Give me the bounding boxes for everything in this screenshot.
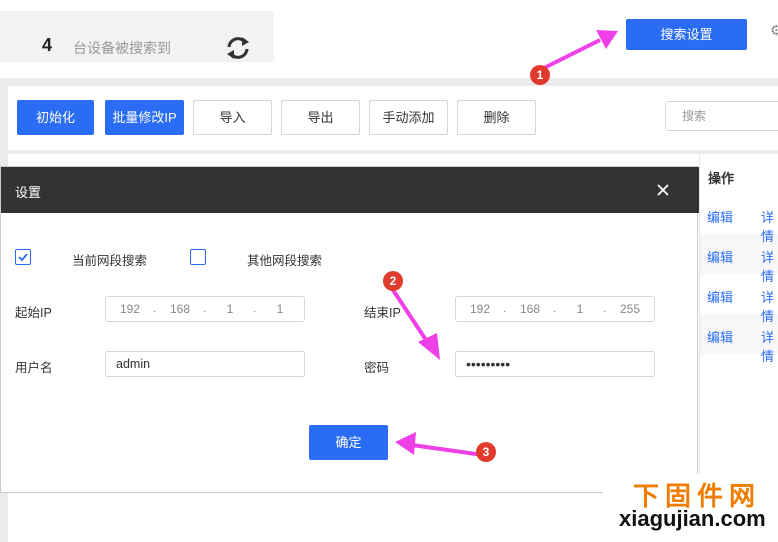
current-segment-label: 当前网段搜索: [72, 254, 148, 268]
partial-settings-icon[interactable]: ⚙: [770, 22, 778, 40]
detail-link[interactable]: 详情: [761, 207, 778, 245]
ip-dot: .: [153, 301, 157, 315]
close-icon[interactable]: [657, 184, 669, 196]
search-settings-button[interactable]: 搜索设置: [626, 19, 747, 50]
end-ip-label: 结束IP: [364, 306, 401, 320]
annotation-badge-1: 1: [530, 65, 550, 85]
edit-link[interactable]: 编辑: [707, 247, 733, 266]
ip-segment[interactable]: 168: [515, 302, 545, 316]
ip-dot: .: [503, 301, 507, 315]
search-input[interactable]: 搜索: [665, 101, 778, 131]
settings-dialog: 设置 当前网段搜索 其他网段搜索 起始IP 192 . 168 . 1 . 1 …: [0, 166, 699, 493]
ip-dot: .: [553, 301, 557, 315]
username-input[interactable]: admin: [105, 351, 305, 377]
device-count: 4: [42, 35, 53, 55]
current-segment-checkbox[interactable]: [15, 249, 31, 265]
ip-segment[interactable]: 1: [215, 302, 245, 316]
edit-link[interactable]: 编辑: [707, 327, 733, 346]
ip-segment[interactable]: 168: [165, 302, 195, 316]
ip-segment[interactable]: 192: [115, 302, 145, 316]
end-ip-field[interactable]: 192 . 168 . 1 . 255: [455, 296, 655, 322]
delete-button[interactable]: 删除: [457, 100, 536, 135]
detail-link[interactable]: 详情: [761, 287, 778, 325]
edit-link[interactable]: 编辑: [707, 287, 733, 306]
other-segment-checkbox[interactable]: [190, 249, 206, 265]
detail-link[interactable]: 详情: [761, 247, 778, 285]
ip-dot: .: [203, 301, 207, 315]
dialog-header: 设置: [1, 167, 699, 213]
operation-column-header: 操作: [708, 171, 735, 186]
refresh-icon[interactable]: [224, 34, 252, 62]
device-count-panel: 4 台设备被搜索到: [0, 11, 274, 62]
password-input[interactable]: •••••••••: [455, 351, 655, 377]
detail-link[interactable]: 详情: [761, 327, 778, 365]
annotation-badge-2: 2: [383, 271, 403, 291]
init-button[interactable]: 初始化: [17, 100, 94, 135]
username-label: 用户名: [15, 361, 53, 375]
import-button[interactable]: 导入: [193, 100, 272, 135]
start-ip-label: 起始IP: [15, 306, 52, 320]
ip-segment[interactable]: 1: [265, 302, 295, 316]
start-ip-field[interactable]: 192 . 168 . 1 . 1: [105, 296, 305, 322]
other-segment-label: 其他网段搜索: [247, 254, 323, 268]
ip-dot: .: [253, 301, 257, 315]
batch-modify-ip-button[interactable]: 批量修改IP: [105, 100, 184, 135]
ip-segment[interactable]: 255: [615, 302, 645, 316]
device-count-text: 台设备被搜索到: [73, 40, 171, 56]
ip-segment[interactable]: 1: [565, 302, 595, 316]
dialog-title: 设置: [15, 185, 42, 200]
ip-dot: .: [603, 301, 607, 315]
annotation-badge-3: 3: [476, 442, 496, 462]
confirm-button[interactable]: 确定: [309, 425, 388, 460]
export-button[interactable]: 导出: [281, 100, 360, 135]
check-icon: [18, 253, 28, 262]
manual-add-button[interactable]: 手动添加: [369, 100, 448, 135]
edit-link[interactable]: 编辑: [707, 207, 733, 226]
password-label: 密码: [364, 361, 390, 375]
ip-segment[interactable]: 192: [465, 302, 495, 316]
watermark: 下固件网 xiagujian.com: [603, 474, 778, 542]
watermark-en: xiagujian.com: [619, 506, 766, 531]
